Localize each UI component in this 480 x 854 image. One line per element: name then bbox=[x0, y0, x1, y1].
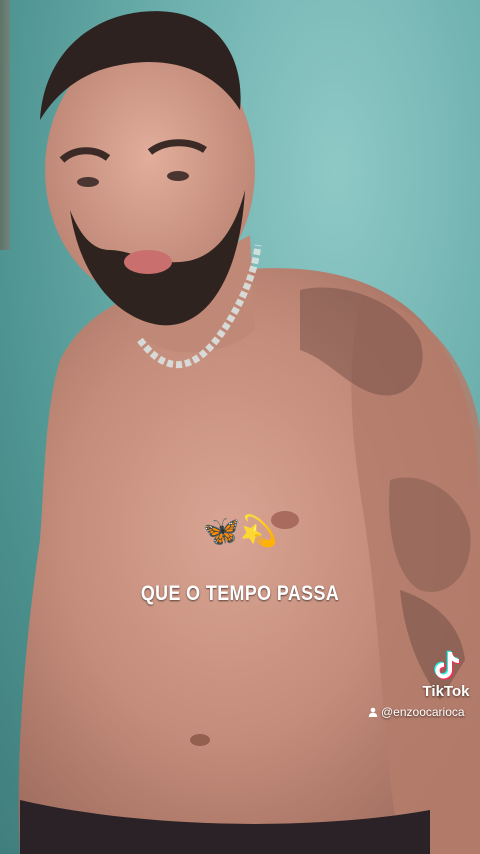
video-frame[interactable]: 🦋💫 QUE O TEMPO PASSA TikTok @enzoocarioc… bbox=[0, 0, 480, 854]
caption-emoji: 🦋💫 bbox=[202, 514, 278, 549]
user-icon bbox=[368, 707, 378, 717]
tiktok-brand-name: TikTok bbox=[422, 683, 470, 700]
tiktok-note-icon bbox=[434, 650, 461, 680]
caption-text: QUE O TEMPO PASSA bbox=[140, 582, 340, 605]
creator-handle-text: @enzoocarioca bbox=[381, 705, 465, 719]
person-photo bbox=[18, 11, 480, 854]
creator-handle: @enzoocarioca bbox=[368, 705, 465, 719]
tiktok-watermark: TikTok bbox=[412, 648, 480, 700]
